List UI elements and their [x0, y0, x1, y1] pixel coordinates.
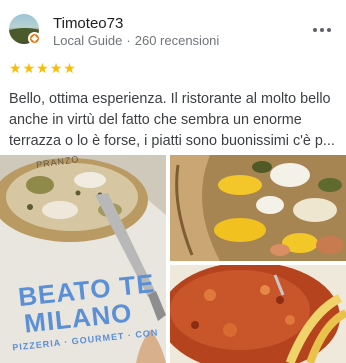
review-photo-2[interactable]	[170, 155, 346, 261]
star-icon: ★	[49, 60, 63, 76]
review-count: 260 recensioni	[134, 33, 220, 48]
star-icon: ★	[36, 60, 49, 76]
star-icon: ★	[9, 60, 22, 76]
author-name[interactable]: Timoteo73	[53, 15, 123, 32]
meta-separator: ·	[126, 33, 131, 48]
local-guide-badge-icon	[28, 32, 41, 45]
review-text[interactable]: Bello, ottima esperienza. Il ristorante …	[9, 89, 341, 152]
star-icon: ★	[63, 60, 76, 76]
more-dot-icon	[320, 28, 324, 32]
more-options-button[interactable]	[308, 18, 336, 42]
local-guide-label: Local Guide	[53, 33, 123, 48]
cutlet-illustration	[170, 265, 346, 363]
review-photo-1[interactable]: BEATO TE MILANO PIZZERIA · GOURMET · CON…	[0, 155, 166, 363]
star-rating: ★ ★ ★ ★ ★	[9, 60, 76, 76]
review-photo-3[interactable]	[170, 265, 346, 363]
review-header: Timoteo73 Local Guide · 260 recensioni	[0, 0, 346, 58]
star-icon: ★	[22, 60, 36, 76]
more-dot-icon	[313, 28, 317, 32]
author-meta: Local Guide · 260 recensioni	[53, 33, 219, 48]
pizza-crust-illustration	[170, 155, 346, 261]
more-dot-icon	[327, 28, 331, 32]
